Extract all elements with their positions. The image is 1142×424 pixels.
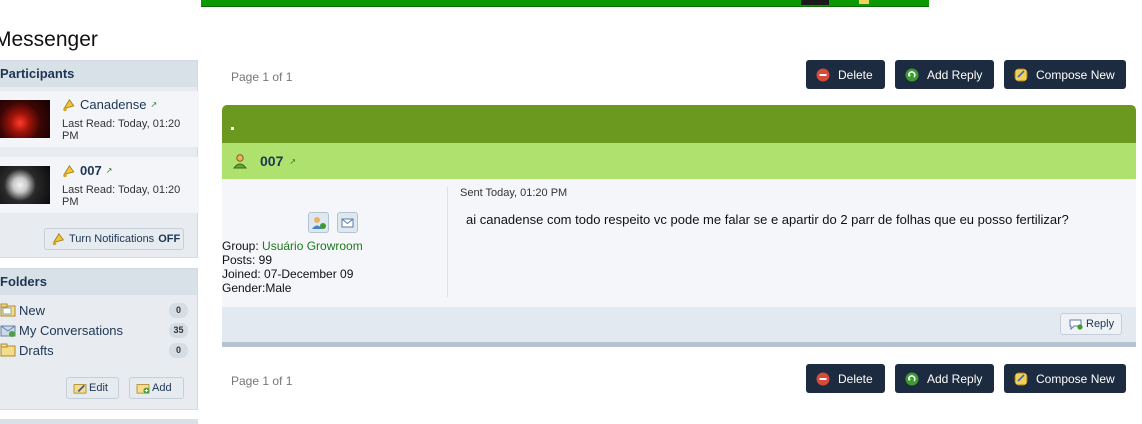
notifications-toggle-button[interactable]: Turn Notifications OFF xyxy=(44,228,184,250)
avatar[interactable] xyxy=(0,166,50,204)
folder-count: 0 xyxy=(169,303,188,318)
add-reply-button[interactable]: Add Reply xyxy=(895,60,994,89)
folder-icon xyxy=(0,343,16,357)
bell-icon xyxy=(52,232,64,246)
add-reply-button-bottom[interactable]: Add Reply xyxy=(895,364,994,393)
edit-folder-icon xyxy=(73,384,87,394)
message-post: 007 ↗ Group: Usuário Growroom Posts: 99 … xyxy=(222,105,1136,348)
participant-canadense: Canadense ↗ Last Read: Today, 01:20 PM xyxy=(0,91,199,147)
post-message: ai canadense com todo respeito vc pode m… xyxy=(466,212,1069,227)
reply-icon xyxy=(1069,319,1083,330)
folder-label: New xyxy=(19,302,46,318)
external-link-icon[interactable]: ↗ xyxy=(106,166,113,175)
add-friend-icon[interactable] xyxy=(308,212,329,233)
post-footer: Reply xyxy=(222,307,1136,342)
bell-icon xyxy=(63,164,75,177)
post-sent-time: Sent Today, 01:20 PM xyxy=(460,187,568,199)
post-header xyxy=(222,105,1136,143)
last-read: Last Read: Today, 01:20 PM xyxy=(62,118,181,142)
folder-label: Drafts xyxy=(19,342,54,358)
new-folder-icon xyxy=(0,303,16,317)
folder-new[interactable]: New 0 xyxy=(0,301,188,319)
compose-new-button[interactable]: Compose New xyxy=(1004,60,1126,89)
folders-heading: Folders xyxy=(0,269,197,295)
add-reply-label: Add Reply xyxy=(927,371,983,386)
page-title: Messenger xyxy=(0,28,98,51)
group-label: Group: xyxy=(222,239,259,253)
compose-label: Compose New xyxy=(1036,371,1115,386)
notifications-label: Turn Notifications xyxy=(69,233,155,245)
folder-label: My Conversations xyxy=(19,322,124,338)
avatar[interactable] xyxy=(0,100,50,138)
reply-button[interactable]: Reply xyxy=(1060,313,1122,335)
author-actions xyxy=(308,212,358,233)
post-author-bar: 007 ↗ xyxy=(222,143,1136,179)
send-message-icon[interactable] xyxy=(337,212,358,233)
post-bottom-border xyxy=(222,342,1136,347)
add-label: Add xyxy=(152,382,172,394)
bell-icon xyxy=(63,98,75,111)
banner-graphic-accent xyxy=(859,0,869,4)
author-gender: Gender:Male xyxy=(222,281,292,295)
user-icon xyxy=(232,154,248,169)
post-divider xyxy=(447,187,448,297)
group-value: Usuário Growroom xyxy=(262,239,363,253)
folder-count: 35 xyxy=(169,323,188,338)
participant-name[interactable]: 007 xyxy=(80,163,102,178)
add-folder-icon xyxy=(136,384,150,394)
reply-arrow-icon xyxy=(905,68,919,81)
reply-arrow-icon xyxy=(905,372,919,385)
delete-label: Delete xyxy=(838,371,873,386)
compose-icon xyxy=(1014,68,1028,81)
add-folder-button[interactable]: Add xyxy=(129,377,184,399)
last-read: Last Read: Today, 01:20 PM xyxy=(62,184,181,208)
notifications-state: OFF xyxy=(158,233,181,245)
edit-label: Edit xyxy=(89,382,108,394)
add-reply-label: Add Reply xyxy=(927,67,983,82)
sidebar-next-block xyxy=(0,419,198,424)
participant-name[interactable]: Canadense xyxy=(80,97,147,112)
reply-label: Reply xyxy=(1086,318,1115,330)
delete-button[interactable]: Delete xyxy=(806,60,885,89)
delete-icon xyxy=(816,372,830,385)
compose-label: Compose New xyxy=(1036,67,1115,82)
participants-heading: Participants xyxy=(0,61,197,87)
banner-graphic xyxy=(801,0,829,5)
external-link-icon[interactable]: ↗ xyxy=(151,100,158,109)
folder-count: 0 xyxy=(169,343,188,358)
external-link-icon[interactable]: ↗ xyxy=(289,157,296,166)
delete-icon xyxy=(816,68,830,81)
conversation-folder-icon xyxy=(0,325,16,337)
author-posts: Posts: 99 xyxy=(222,253,273,267)
delete-label: Delete xyxy=(838,67,873,82)
folder-drafts[interactable]: Drafts 0 xyxy=(0,341,188,359)
edit-folders-button[interactable]: Edit xyxy=(66,377,119,399)
post-author-name[interactable]: 007 xyxy=(260,153,283,169)
pagination-bottom: Page 1 of 1 xyxy=(231,374,293,388)
compose-new-button-bottom[interactable]: Compose New xyxy=(1004,364,1126,393)
participant-007: 007 ↗ Last Read: Today, 01:20 PM xyxy=(0,157,199,213)
post-body: Group: Usuário Growroom Posts: 99 Joined… xyxy=(222,179,1136,307)
pagination-top: Page 1 of 1 xyxy=(231,70,293,84)
author-joined: Joined: 07-December 09 xyxy=(222,267,354,281)
compose-icon xyxy=(1014,372,1028,385)
post-header-marker xyxy=(231,127,234,130)
top-banner xyxy=(201,0,929,7)
folder-my-conversations[interactable]: My Conversations 35 xyxy=(0,321,188,339)
author-info: Group: Usuário Growroom Posts: 99 Joined… xyxy=(222,239,363,295)
delete-button-bottom[interactable]: Delete xyxy=(806,364,885,393)
